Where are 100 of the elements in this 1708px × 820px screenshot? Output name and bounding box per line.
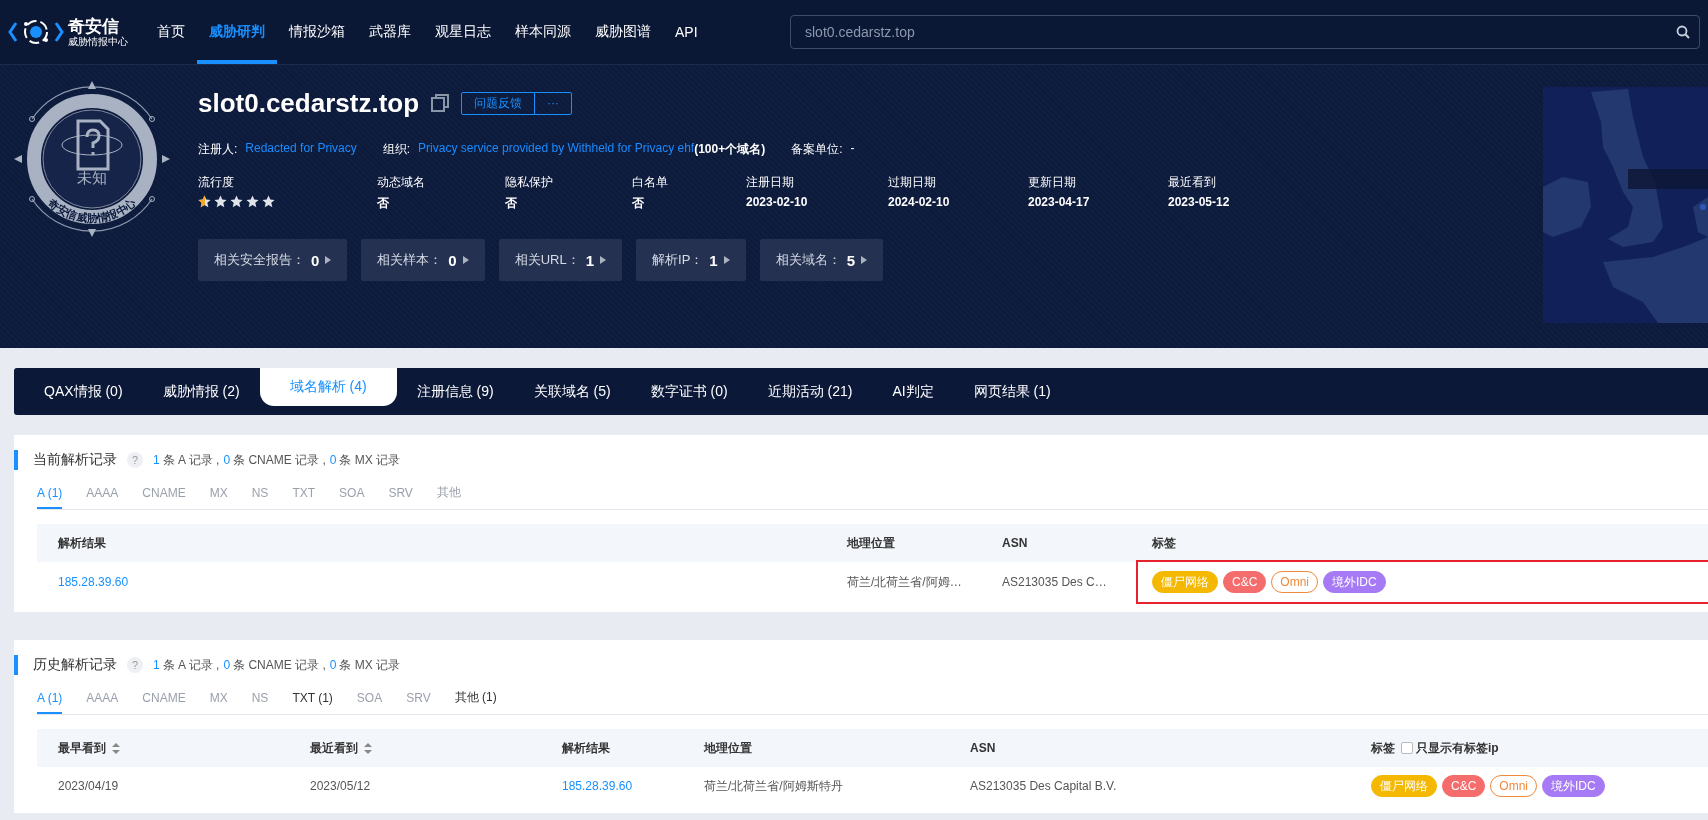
record-tab[interactable]: A (1) — [37, 484, 63, 509]
tag: C&C — [1442, 775, 1486, 797]
field-link[interactable]: Privacy service provided by Withheld for Privacy ehf — [418, 141, 695, 158]
ring-text: 奇安信威胁情报中心 — [45, 196, 139, 225]
search-icon[interactable] — [1676, 25, 1690, 39]
column-header: 解析结果 — [58, 534, 106, 552]
stat-label: 更新日期 — [1028, 174, 1077, 191]
stat-label: 注册日期 — [746, 174, 795, 191]
star-icon — [214, 195, 227, 208]
tab[interactable]: QAX情报 (0) — [24, 368, 143, 415]
nav-item[interactable]: 首页 — [145, 0, 197, 64]
tag: 境外IDC — [1542, 775, 1605, 797]
tab[interactable]: 关联域名 (5) — [513, 368, 631, 415]
caret-icon — [600, 256, 607, 264]
star-icon — [262, 195, 275, 208]
field-value: - — [850, 141, 855, 157]
domain-title: slot0.cedarstz.top — [198, 87, 420, 119]
tab[interactable]: 域名解析 (4) — [259, 368, 397, 406]
star-icon — [198, 195, 211, 208]
logo-name: 奇安信 — [68, 16, 120, 36]
record-count: 1 条 A 记录 , — [153, 451, 220, 469]
record-count: 0 条 MX 记录 — [329, 656, 401, 674]
stat-label: 动态域名 — [377, 174, 426, 191]
tag: Omni — [1271, 571, 1318, 593]
tag: 境外IDC — [1323, 571, 1386, 593]
column-header: 地理位置 — [704, 739, 752, 757]
stat-value: 否 — [377, 195, 390, 212]
related-button[interactable]: 相关URL： 1 — [498, 239, 623, 281]
caret-icon — [861, 256, 868, 264]
column-header: 标签 — [1152, 534, 1176, 552]
tag: Omni — [1490, 775, 1537, 797]
related-button[interactable]: 相关安全报告： 0 — [198, 239, 348, 281]
table-cell: AS213035 Des C… — [1002, 575, 1107, 589]
checkbox[interactable]: 只显示有标签ip — [1401, 739, 1499, 757]
record-count: 0 条 CNAME 记录 , — [223, 451, 326, 469]
feedback-button[interactable]: ··· — [534, 92, 572, 114]
ip-link[interactable]: 185.28.39.60 — [562, 779, 633, 793]
field-label: 备案单位: — [791, 141, 843, 158]
stat-label: 过期日期 — [888, 174, 937, 191]
table-cell: 荷兰/北荷兰省/阿姆… — [847, 574, 962, 589]
record-tab[interactable]: TXT (1) — [292, 689, 333, 714]
sort-icon[interactable] — [364, 742, 372, 754]
star-icon — [230, 195, 243, 208]
caret-icon — [325, 256, 332, 264]
tab[interactable]: 注册信息 (9) — [396, 368, 514, 415]
record-count: 0 条 MX 记录 — [329, 451, 401, 469]
stat-value: 否 — [505, 195, 518, 212]
tag: 僵尸网络 — [1152, 571, 1218, 593]
column-header: 最早看到 — [58, 739, 106, 757]
stat-label: 流行度 — [198, 174, 235, 191]
tag: 僵尸网络 — [1371, 775, 1437, 797]
stat-label: 白名单 — [632, 174, 669, 191]
tab[interactable]: 近期活动 (21) — [747, 368, 873, 415]
logo-subtitle: 威胁情报中心 — [68, 35, 128, 48]
related-button[interactable]: 相关域名： 5 — [759, 239, 884, 281]
field-link[interactable]: Redacted for Privacy — [245, 141, 357, 158]
stat-label: 隐私保护 — [505, 174, 554, 191]
star-icon — [246, 195, 259, 208]
tab[interactable]: AI判定 — [872, 368, 954, 415]
nav-item[interactable]: 威胁图谱 — [583, 0, 663, 64]
stat-value: 2024-02-10 — [888, 195, 951, 209]
stat-value: 2023-02-10 — [746, 195, 809, 209]
domain-count: (100+个域名) — [694, 141, 766, 158]
tab[interactable]: 网页结果 (1) — [953, 368, 1071, 415]
ip-link[interactable]: 185.28.39.60 — [58, 575, 129, 589]
tag: C&C — [1223, 571, 1267, 593]
feedback-button[interactable]: 问题反馈 — [462, 92, 535, 114]
record-tab[interactable]: 其他 (1) — [454, 689, 497, 714]
column-header: ASN — [1002, 536, 1028, 550]
stat-value: 否 — [632, 195, 645, 212]
caret-icon — [723, 256, 730, 264]
table-cell: AS213035 Des Capital B.V. — [970, 779, 1117, 793]
nav-item[interactable]: API — [663, 0, 710, 64]
related-button[interactable]: 解析IP： 1 — [636, 239, 746, 281]
section-title: 历史解析记录 — [33, 656, 117, 674]
record-count: 1 条 A 记录 , — [153, 656, 220, 674]
nav-item[interactable]: 样本同源 — [503, 0, 583, 64]
table-cell: 2023/04/19 — [58, 779, 119, 793]
field-label: 注册人: — [198, 141, 238, 158]
nav-item[interactable]: 情报沙箱 — [277, 0, 357, 64]
nav-item[interactable]: 武器库 — [357, 0, 423, 64]
stat-value: 2023-05-12 — [1168, 195, 1231, 209]
copy-icon[interactable] — [431, 94, 450, 112]
section-title: 当前解析记录 — [33, 451, 117, 469]
caret-icon — [462, 256, 469, 264]
record-tab[interactable]: A (1) — [37, 689, 63, 714]
column-header: ASN — [970, 741, 996, 755]
column-header: 最近看到 — [310, 739, 358, 757]
field-label: 组织: — [382, 141, 411, 158]
nav-item[interactable]: 观星日志 — [423, 0, 503, 64]
column-header: 标签 — [1371, 739, 1395, 757]
record-count: 0 条 CNAME 记录 , — [223, 656, 326, 674]
sort-icon[interactable] — [112, 742, 120, 754]
tab[interactable]: 数字证书 (0) — [630, 368, 748, 415]
related-button[interactable]: 相关样本： 0 — [361, 239, 485, 281]
tab[interactable]: 威胁情报 (2) — [142, 368, 260, 415]
search-field[interactable]: slot0.cedarstz.top — [790, 15, 1700, 49]
column-header: 地理位置 — [847, 534, 895, 552]
table-cell: 荷兰/北荷兰省/阿姆斯特丹 — [704, 778, 843, 793]
status-label: 未知 — [77, 169, 107, 186]
